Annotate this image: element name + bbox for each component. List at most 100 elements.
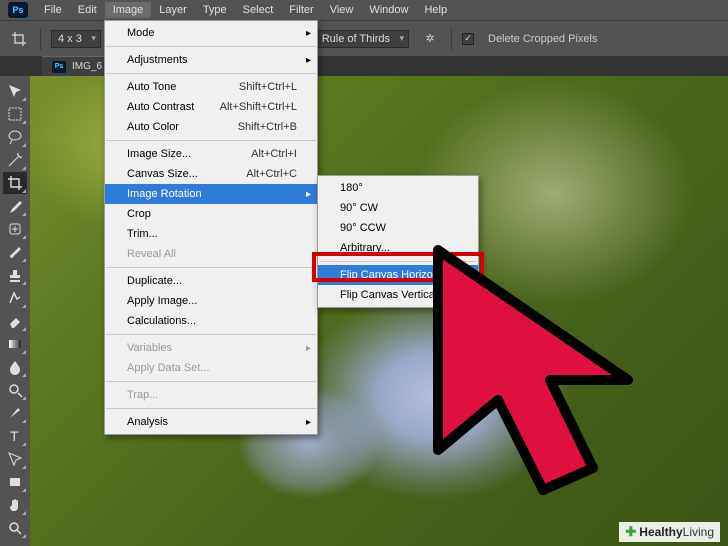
menu-type[interactable]: Type xyxy=(195,2,235,18)
svg-text:T: T xyxy=(10,428,19,444)
menu-item-calculations[interactable]: Calculations... xyxy=(105,311,317,331)
menu-item-auto-tone[interactable]: Auto Tone Shift+Ctrl+L xyxy=(105,77,317,97)
history-tool[interactable] xyxy=(3,287,27,309)
menu-item-label: Trap... xyxy=(127,389,158,401)
menu-item-ccw[interactable]: 90° CCW xyxy=(318,218,478,238)
wand-tool[interactable] xyxy=(3,149,27,171)
menu-separator xyxy=(319,261,477,262)
menu-item-label: Image Size... xyxy=(127,148,191,160)
marquee-tool[interactable] xyxy=(3,103,27,125)
app-logo: Ps xyxy=(8,2,28,18)
ps-file-icon: Ps xyxy=(52,61,66,73)
menu-window[interactable]: Window xyxy=(361,2,416,18)
menu-item-arbitrary[interactable]: Arbitrary... xyxy=(318,238,478,258)
menu-separator xyxy=(106,46,316,47)
menu-separator xyxy=(106,381,316,382)
menu-item-apply-image[interactable]: Apply Image... xyxy=(105,291,317,311)
tools-panel: T xyxy=(0,76,30,546)
hand-tool[interactable] xyxy=(3,494,27,516)
menu-separator xyxy=(106,267,316,268)
menu-image[interactable]: Image xyxy=(105,2,152,18)
menu-filter[interactable]: Filter xyxy=(281,2,321,18)
menu-item-label: Mode xyxy=(127,27,155,39)
menu-item-label: Duplicate... xyxy=(127,275,182,287)
menu-layer[interactable]: Layer xyxy=(151,2,195,18)
crop-tool-icon[interactable] xyxy=(8,28,30,50)
brush-tool[interactable] xyxy=(3,241,27,263)
menu-item-label: Apply Image... xyxy=(127,295,197,307)
dodge-tool[interactable] xyxy=(3,379,27,401)
menu-item-shortcut: Shift+Ctrl+L xyxy=(239,81,297,93)
menu-item-label: Auto Tone xyxy=(127,81,176,93)
eyedropper-tool[interactable] xyxy=(3,195,27,217)
document-tab-label: IMG_6 xyxy=(72,61,102,72)
menu-help[interactable]: Help xyxy=(416,2,455,18)
menu-item-auto-color[interactable]: Auto ColorShift+Ctrl+B xyxy=(105,117,317,137)
path-tool[interactable] xyxy=(3,448,27,470)
menu-item-canvas-size[interactable]: Canvas Size... Alt+Ctrl+C xyxy=(105,164,317,184)
separator xyxy=(451,28,452,50)
blur-tool[interactable] xyxy=(3,356,27,378)
menubar: Ps FileEditImageLayerTypeSelectFilterVie… xyxy=(0,0,728,20)
menu-item-shortcut: Alt+Shift+Ctrl+L xyxy=(220,101,297,113)
menu-item-label: Analysis xyxy=(127,416,168,428)
menu-item-label: Apply Data Set... xyxy=(127,362,210,374)
menu-item-trap: Trap... xyxy=(105,385,317,405)
menu-item-label: Canvas Size... xyxy=(127,168,198,180)
menu-item-auto-contrast[interactable]: Auto Contrast Alt+Shift+Ctrl+L xyxy=(105,97,317,117)
menu-item-duplicate[interactable]: Duplicate... xyxy=(105,271,317,291)
menu-edit[interactable]: Edit xyxy=(70,2,105,18)
menu-item-analysis[interactable]: Analysis xyxy=(105,412,317,432)
menu-item-crop[interactable]: Crop xyxy=(105,204,317,224)
menu-item-apply-data-set: Apply Data Set... xyxy=(105,358,317,378)
menu-item-adjustments[interactable]: Adjustments xyxy=(105,50,317,70)
menu-item-shortcut: Alt+Ctrl+I xyxy=(251,148,297,160)
menu-separator xyxy=(106,408,316,409)
menu-item-cw[interactable]: 90° CW xyxy=(318,198,478,218)
eraser-tool[interactable] xyxy=(3,310,27,332)
menu-item-reveal-all: Reveal All xyxy=(105,244,317,264)
heal-tool[interactable] xyxy=(3,218,27,240)
menu-item-label: Reveal All xyxy=(127,248,176,260)
menu-view[interactable]: View xyxy=(322,2,362,18)
delete-cropped-label: Delete Cropped Pixels xyxy=(488,33,597,45)
zoom-tool[interactable] xyxy=(3,517,27,539)
watermark: ✚ HealthyLiving xyxy=(619,522,720,542)
delete-cropped-checkbox[interactable]: ✓ xyxy=(462,33,474,45)
menu-item-label: Auto Color xyxy=(127,121,179,133)
menu-item-label: Calculations... xyxy=(127,315,196,327)
menu-item-[interactable]: 180° xyxy=(318,178,478,198)
pen-tool[interactable] xyxy=(3,402,27,424)
menu-file[interactable]: File xyxy=(36,2,70,18)
rect-tool[interactable] xyxy=(3,471,27,493)
menu-item-flip-canvas-vertical[interactable]: Flip Canvas Vertical xyxy=(318,285,478,305)
menu-item-image-size[interactable]: Image Size... Alt+Ctrl+I xyxy=(105,144,317,164)
settings-icon[interactable]: ✲ xyxy=(419,28,441,50)
menu-item-label: Crop xyxy=(127,208,151,220)
menu-item-image-rotation[interactable]: Image Rotation xyxy=(105,184,317,204)
menu-item-label: Auto Contrast xyxy=(127,101,194,113)
view-select[interactable]: Rule of Thirds xyxy=(315,30,409,48)
menu-separator xyxy=(106,140,316,141)
menu-item-label: Image Rotation xyxy=(127,188,202,200)
aspect-ratio-select[interactable]: 4 x 3 xyxy=(51,30,101,48)
lasso-tool[interactable] xyxy=(3,126,27,148)
menu-item-flip-canvas-horizontal[interactable]: Flip Canvas Horizontal xyxy=(318,265,478,285)
move-tool[interactable] xyxy=(3,80,27,102)
menu-item-label: Trim... xyxy=(127,228,158,240)
image-menu-dropdown: ModeAdjustmentsAuto ToneShift+Ctrl+LAuto… xyxy=(104,20,318,435)
menu-item-variables: Variables xyxy=(105,338,317,358)
menu-select[interactable]: Select xyxy=(235,2,282,18)
image-rotation-submenu: 180°90° CW90° CCWArbitrary... Flip Canvas… xyxy=(317,175,479,308)
plus-icon: ✚ xyxy=(625,524,636,540)
document-tab[interactable]: Ps IMG_6 xyxy=(42,56,112,76)
stamp-tool[interactable] xyxy=(3,264,27,286)
menu-item-shortcut: Alt+Ctrl+C xyxy=(246,168,297,180)
menu-item-mode[interactable]: Mode xyxy=(105,23,317,43)
menu-item-trim[interactable]: Trim... xyxy=(105,224,317,244)
type-tool[interactable]: T xyxy=(3,425,27,447)
menu-item-label: Variables xyxy=(127,342,172,354)
crop-tool[interactable] xyxy=(3,172,27,194)
gradient-tool[interactable] xyxy=(3,333,27,355)
watermark-bold: Healthy xyxy=(639,525,682,539)
